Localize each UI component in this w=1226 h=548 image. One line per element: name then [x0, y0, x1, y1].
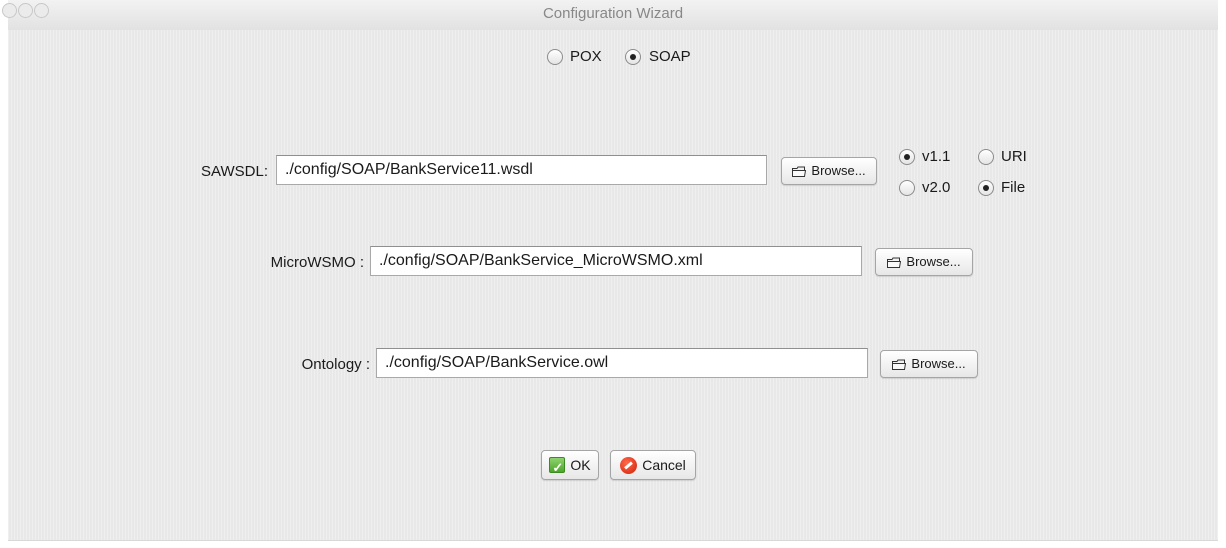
file-radio-label: File [1001, 179, 1026, 196]
sawsdl-path-field[interactable]: ./config/SOAP/BankService11.wsdl [276, 155, 767, 185]
cancel-button[interactable]: Cancel [610, 450, 696, 480]
pox-radio-label: POX [570, 48, 602, 65]
title-bar: Configuration Wizard [2, 0, 1218, 30]
window-title: Configuration Wizard [542, 5, 684, 22]
ontology-path-field[interactable]: ./config/SOAP/BankService.owl [376, 348, 868, 378]
soap-radio[interactable] [625, 49, 641, 65]
sawsdl-label: SAWSDL: [201, 163, 268, 180]
folder-icon [892, 359, 907, 370]
cancel-icon [620, 456, 638, 474]
microwsmo-label: MicroWSMO : [270, 254, 364, 271]
soap-radio-label: SOAP [649, 48, 691, 65]
uri-radio[interactable] [978, 149, 994, 165]
folder-icon [887, 257, 902, 268]
ontology-browse-label: Browse... [911, 356, 966, 371]
ok-label: OK [570, 457, 591, 473]
ok-button[interactable]: OK [541, 450, 599, 481]
v1-1-radio[interactable] [899, 149, 915, 165]
uri-radio-label: URI [1001, 148, 1027, 165]
file-radio[interactable] [978, 180, 994, 196]
microwsmo-path-field[interactable]: ./config/SOAP/BankService_MicroWSMO.xml [370, 246, 862, 276]
cancel-label: Cancel [642, 457, 686, 473]
ontology-label: Ontology : [301, 356, 370, 373]
v2-0-radio-label: v2.0 [922, 179, 951, 196]
folder-icon [792, 166, 807, 177]
sawsdl-browse-label: Browse... [811, 163, 866, 178]
configuration-wizard-window: Configuration Wizard POX SOAP SAWSDL: ./… [2, 0, 1218, 541]
v1-1-radio-label: v1.1 [922, 148, 951, 165]
microwsmo-browse-button[interactable]: Browse... [875, 248, 973, 276]
pox-radio[interactable] [547, 49, 563, 65]
checkmark-icon [549, 455, 566, 481]
v2-0-radio[interactable] [899, 180, 915, 196]
ontology-browse-button[interactable]: Browse... [880, 350, 978, 378]
sawsdl-browse-button[interactable]: Browse... [781, 157, 877, 185]
microwsmo-browse-label: Browse... [906, 254, 961, 269]
